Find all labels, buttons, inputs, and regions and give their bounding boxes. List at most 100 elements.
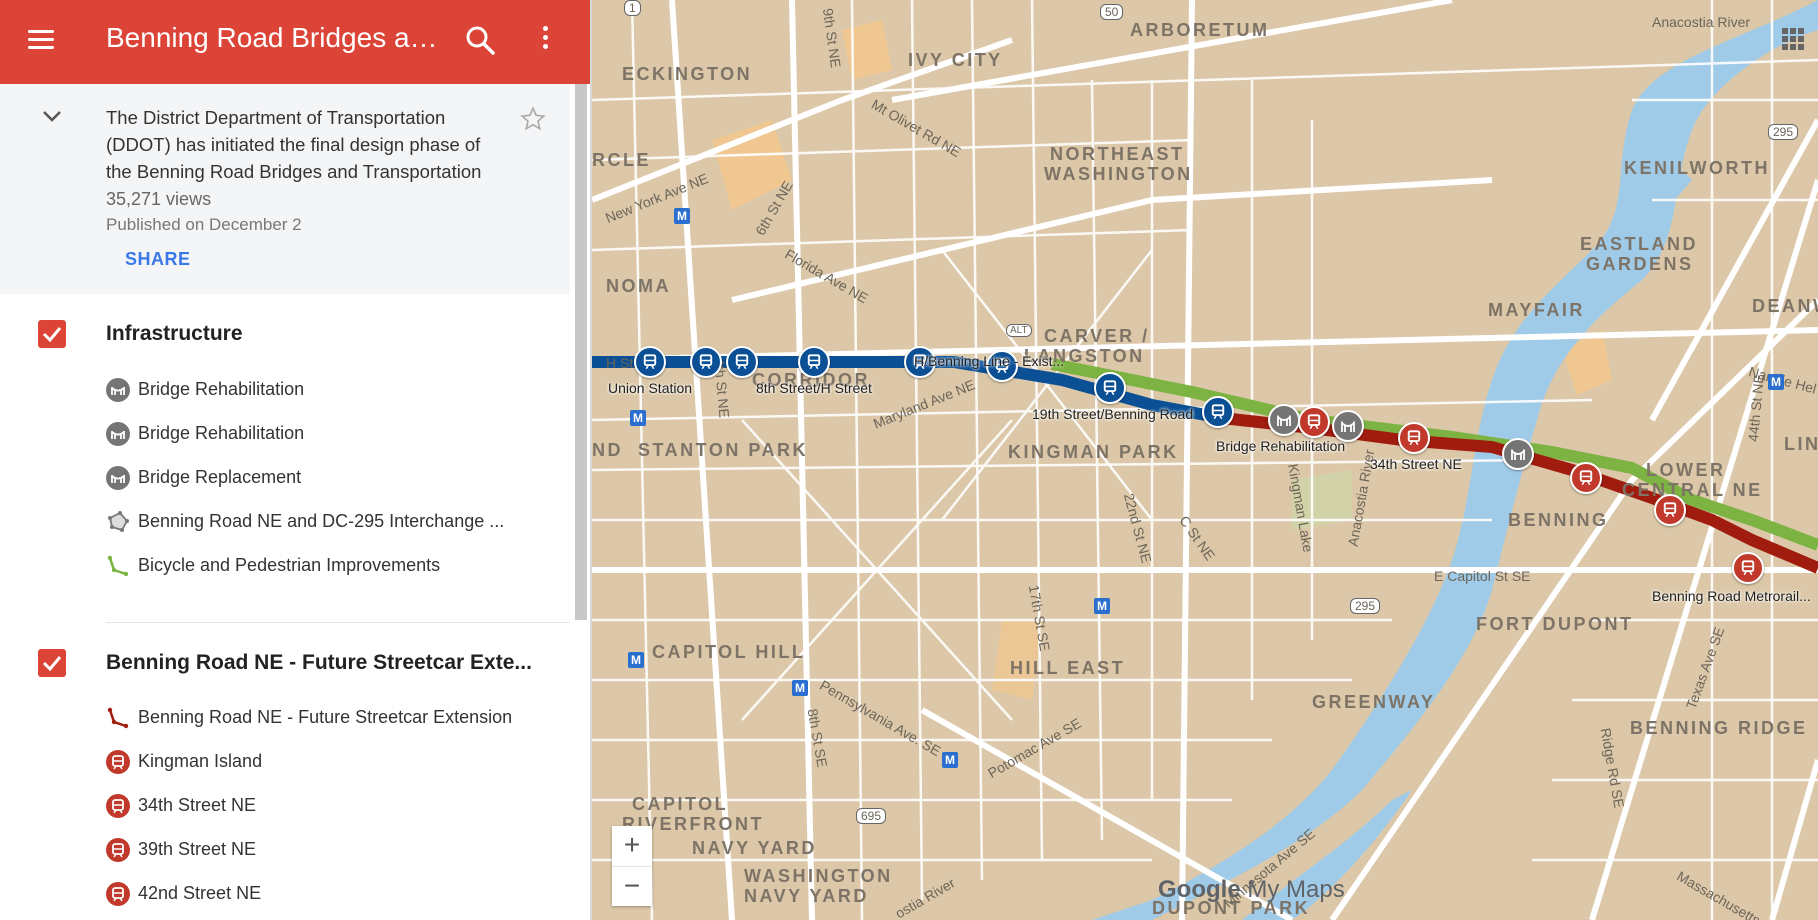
- layer-item-label: Kingman Island: [138, 751, 263, 771]
- area-label: CENTRAL NE: [1622, 480, 1763, 500]
- street-label: H St: [606, 355, 634, 371]
- area-label: NAVY YARD: [744, 886, 869, 906]
- layer-item-label: Benning Road NE - Future Streetcar Exten…: [138, 707, 513, 727]
- layer-item-streetcar-line[interactable]: Benning Road NE - Future Streetcar Exten…: [106, 703, 546, 733]
- tram-icon[interactable]: [1094, 372, 1126, 404]
- zoom-controls: + −: [612, 826, 652, 906]
- area-label: FORT DUPONT: [1476, 614, 1634, 634]
- layer-item-label: Bicycle and Pedestrian Improvements: [138, 555, 441, 575]
- metro-station-icon: M: [630, 410, 646, 426]
- map-canvas[interactable]: ECKINGTON IVY CITY ARBORETUM NORTHEAST W…: [592, 0, 1818, 920]
- area-label: NOMA: [606, 276, 671, 296]
- bridge-icon[interactable]: [1502, 438, 1534, 470]
- area-label: NAVY YARD: [692, 838, 817, 858]
- layer-title-streetcar[interactable]: Benning Road NE - Future Streetcar Exte.…: [106, 651, 532, 675]
- chevron-down-icon[interactable]: [40, 104, 64, 128]
- tram-icon[interactable]: [1398, 422, 1430, 454]
- area-label: MAYFAIR: [1488, 300, 1585, 320]
- sidebar-panel: Benning Road Bridges an... The District …: [0, 0, 592, 920]
- station-label: Union Station: [608, 380, 693, 396]
- bridge-icon: [106, 422, 130, 446]
- layer-checkbox-streetcar[interactable]: [38, 649, 66, 677]
- area-label: GREENWAY: [1312, 692, 1436, 712]
- highway-shield: 295: [1768, 124, 1799, 140]
- area-label: KENILWORTH: [1624, 158, 1770, 178]
- area-label: ND: [592, 440, 623, 460]
- layer-item-label: Bridge Rehabilitation: [138, 423, 305, 443]
- area-label: ECKINGTON: [622, 64, 753, 84]
- view-count: 35,271 views: [106, 189, 212, 209]
- area-label: DEANW: [1752, 296, 1818, 316]
- tram-icon: [106, 794, 130, 818]
- line-icon: [106, 706, 130, 730]
- search-icon[interactable]: [462, 22, 500, 60]
- tram-icon[interactable]: [798, 346, 830, 378]
- area-label: KINGMAN PARK: [1008, 442, 1179, 462]
- share-button[interactable]: SHARE: [125, 249, 191, 270]
- zoom-in-button[interactable]: +: [612, 826, 652, 866]
- street-label: Anacostia River: [1652, 14, 1751, 30]
- mymaps-logo-text: My Maps: [1247, 876, 1345, 903]
- layer-item-34th-street[interactable]: 34th Street NE: [106, 791, 546, 821]
- metro-station-icon: M: [1094, 598, 1110, 614]
- area-label: CAPITOL HILL: [652, 642, 806, 662]
- published-date: Published on December 2: [106, 215, 302, 234]
- header-bar: Benning Road Bridges an...: [0, 0, 590, 84]
- tram-icon[interactable]: [690, 346, 722, 378]
- layer-item-kingman-island[interactable]: Kingman Island: [106, 747, 546, 777]
- station-label: Benning Road Metrorail...: [1652, 588, 1811, 604]
- sidebar-scrollbar[interactable]: [575, 84, 587, 620]
- metro-station-icon: M: [674, 208, 690, 224]
- highway-shield: 695: [856, 808, 887, 824]
- layer-title-infrastructure[interactable]: Infrastructure: [106, 322, 243, 346]
- layer-divider: [106, 622, 570, 623]
- metro-station-icon: M: [792, 680, 808, 696]
- zoom-out-button[interactable]: −: [612, 867, 652, 907]
- layer-item-42nd-street[interactable]: 42nd Street NE: [106, 879, 546, 909]
- area-label: CARVER /: [1044, 326, 1150, 346]
- bridge-icon[interactable]: [1268, 404, 1300, 436]
- highway-shield: ALT: [1006, 324, 1032, 337]
- tram-icon[interactable]: [1570, 462, 1602, 494]
- polygon-icon: [106, 510, 130, 534]
- layer-item-label: Bridge Rehabilitation: [138, 379, 305, 399]
- tram-icon[interactable]: [1298, 406, 1330, 438]
- area-label: WASHINGTON: [1044, 164, 1193, 184]
- area-label: WASHINGTON: [744, 866, 893, 886]
- layer-item-label: 34th Street NE: [138, 795, 257, 815]
- area-label: ARBORETUM: [1130, 20, 1270, 40]
- layer-item-bike-ped[interactable]: Bicycle and Pedestrian Improvements: [106, 551, 546, 581]
- map-description: The District Department of Transportatio…: [106, 107, 482, 182]
- station-label: 34th Street NE: [1370, 456, 1462, 472]
- metro-station-icon: M: [628, 652, 644, 668]
- layer-item-label: Bridge Replacement: [138, 467, 302, 487]
- station-label: 19th Street/Benning Road: [1032, 406, 1194, 422]
- tram-icon[interactable]: [1732, 552, 1764, 584]
- station-label: Bridge Rehabilitation: [1216, 438, 1346, 454]
- metro-station-icon: M: [1768, 374, 1784, 390]
- layer-item-label: 39th Street NE: [138, 839, 257, 859]
- bridge-icon: [106, 378, 130, 402]
- area-label: BENNING RIDGE: [1630, 718, 1808, 738]
- highway-shield: 50: [1100, 4, 1124, 20]
- tram-icon[interactable]: [1202, 396, 1234, 428]
- star-icon[interactable]: [520, 106, 546, 132]
- tram-icon[interactable]: [726, 346, 758, 378]
- layer-item-interchange[interactable]: Benning Road NE and DC-295 Interchange .…: [106, 507, 546, 537]
- tram-icon[interactable]: [634, 346, 666, 378]
- more-vert-icon[interactable]: [530, 22, 560, 60]
- menu-icon[interactable]: [24, 24, 58, 58]
- tram-icon[interactable]: [1654, 494, 1686, 526]
- layer-checkbox-infrastructure[interactable]: [38, 320, 66, 348]
- layer-item-bridge-rehab-1[interactable]: Bridge Rehabilitation: [106, 375, 546, 405]
- area-label: IVY CITY: [908, 50, 1003, 70]
- layer-item-39th-street[interactable]: 39th Street NE: [106, 835, 546, 865]
- tram-icon: [106, 882, 130, 906]
- layer-item-bridge-replacement[interactable]: Bridge Replacement: [106, 463, 546, 493]
- layer-item-bridge-rehab-2[interactable]: Bridge Rehabilitation: [106, 419, 546, 449]
- tram-icon: [106, 838, 130, 862]
- apps-grid-icon[interactable]: [1782, 28, 1806, 52]
- station-label: H/Benning Line - Exist...: [914, 353, 1065, 369]
- area-label: BENNING: [1508, 510, 1609, 530]
- area-label: STANTON PARK: [638, 440, 809, 460]
